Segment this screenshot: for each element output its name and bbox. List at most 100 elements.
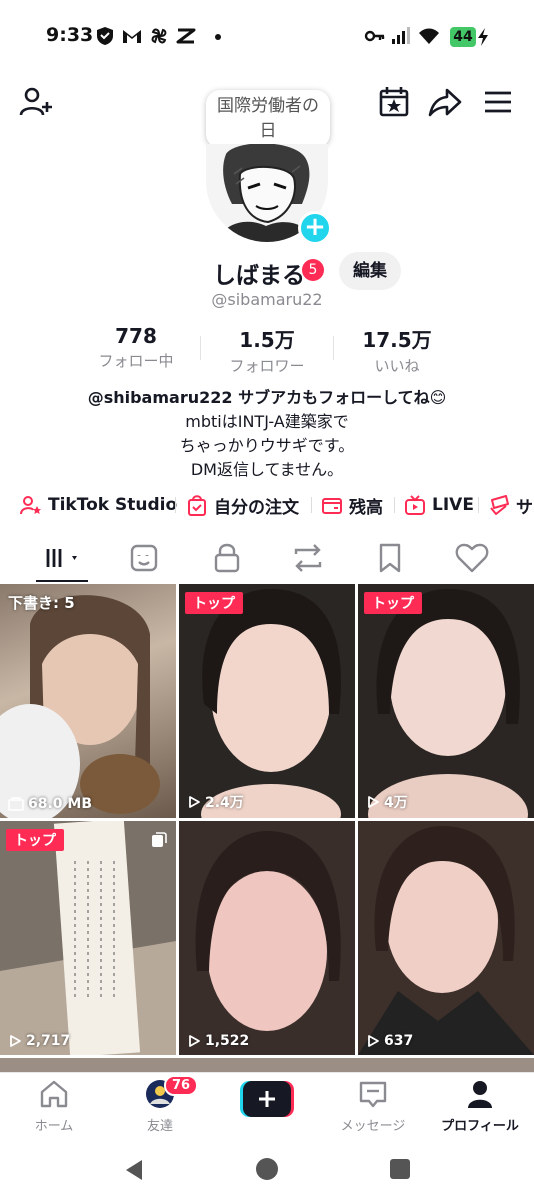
storage-icon [8, 797, 24, 811]
video-tile[interactable]: トップ 2,717 [0, 821, 176, 1055]
shortcut-live[interactable]: LIVE [404, 492, 474, 518]
bottom-nav: ホーム 友達 76 メッセージ プロフィール [0, 1072, 534, 1148]
nav-inbox[interactable]: メッセージ [323, 1079, 423, 1134]
stat-label: フォロワー [229, 357, 305, 375]
stat-followers[interactable]: 1.5万 フォロワー [197, 324, 337, 376]
video-thumbnail [195, 831, 341, 1031]
menu-icon[interactable] [480, 84, 516, 120]
shortcut-orders[interactable]: 自分の注文 [186, 492, 299, 518]
play-icon [189, 796, 200, 808]
tile-meta-value: 1,522 [205, 1033, 250, 1049]
bag-check-icon [188, 495, 206, 516]
tile-meta-value: 68.0 MB [28, 796, 93, 812]
create-button[interactable] [240, 1081, 294, 1117]
video-tile[interactable]: トップ 4万 [358, 584, 534, 818]
shortcut-label: LIVE [432, 495, 474, 515]
notification-badge[interactable]: 5 [302, 259, 324, 281]
video-tile[interactable]: 下書き: 5 68.0 MB [0, 584, 176, 818]
stat-label: いいね [374, 357, 420, 375]
username: しばまる [213, 263, 305, 289]
back-icon[interactable] [122, 1158, 146, 1182]
wifi-icon [419, 28, 439, 44]
stat-following[interactable]: 778 フォロー中 [66, 324, 206, 371]
edit-profile-button[interactable]: 編集 [339, 252, 401, 290]
bio-line[interactable]: @shibamaru222 サブアカもフォローしてね😊 [0, 384, 534, 408]
shortcut-divider [394, 497, 395, 513]
shortcut-divider [175, 497, 176, 513]
stat-value: 17.5万 [362, 328, 432, 352]
shortcut-more[interactable]: サ [488, 492, 533, 518]
tab-repost[interactable] [288, 540, 328, 576]
shortcut-divider [478, 497, 479, 513]
play-icon [189, 1035, 200, 1047]
stat-label: フォロー中 [98, 352, 174, 370]
shortcut-balance[interactable]: 残高 [321, 492, 383, 518]
shortcut-label: TikTok Studio [48, 495, 178, 515]
multi-photo-icon [152, 832, 167, 847]
video-tile[interactable]: 1,522 [179, 821, 355, 1055]
stat-value: 778 [115, 324, 157, 348]
pinwheel-icon [151, 28, 167, 44]
person-star-icon [20, 496, 41, 515]
draft-count: 下書き: 5 [8, 594, 75, 612]
add-friend-icon[interactable] [18, 84, 54, 120]
system-nav-bar [0, 1148, 534, 1200]
nav-label: 友達 [146, 1119, 173, 1134]
shortcut-divider [311, 497, 312, 513]
next-row-peek [0, 1058, 534, 1072]
status-bar: 9:33 44 [0, 0, 534, 76]
vpn-key-icon [364, 30, 385, 42]
shortcut-label: 残高 [349, 497, 383, 518]
share-icon[interactable] [427, 84, 463, 120]
video-thumbnail [0, 595, 160, 818]
gmail-icon [123, 30, 141, 43]
play-icon [10, 1035, 21, 1047]
stat-likes[interactable]: 17.5万 いいね [327, 324, 467, 376]
tile-meta: 2,717 [8, 1033, 70, 1049]
play-icon [368, 1035, 379, 1047]
tile-meta: 68.0 MB [8, 796, 92, 812]
more-notifications-icon [215, 34, 221, 40]
video-thumbnail [358, 826, 534, 1055]
home-button-icon[interactable] [255, 1157, 279, 1181]
event-bubble[interactable]: 国際労働者の日 [206, 90, 330, 148]
nav-label: メッセージ [340, 1119, 406, 1134]
bio-line: ちゃっかりウサギです。 [179, 436, 355, 455]
nav-profile[interactable]: プロフィール [430, 1079, 530, 1134]
play-icon [368, 796, 379, 808]
video-tile[interactable]: 637 [358, 821, 534, 1055]
nav-label: ホーム [34, 1119, 74, 1134]
recents-icon[interactable] [389, 1158, 411, 1180]
video-thumbnail [368, 589, 528, 818]
tile-meta-value: 637 [384, 1033, 414, 1049]
signal-icon [392, 27, 410, 44]
tile-meta: 2.4万 [187, 792, 244, 812]
user-handle: @sibamaru22 [211, 290, 323, 309]
pinned-badge: トップ [364, 592, 422, 614]
friends-badge: 76 [164, 1075, 199, 1096]
capcut-icon [176, 28, 196, 44]
tab-videos[interactable] [42, 540, 82, 576]
bio-line: mbtiはINTJ-A建築家で [185, 412, 349, 431]
tile-meta-value: 2.4万 [205, 795, 244, 811]
shortcut-tiktok-studio[interactable]: TikTok Studio [20, 492, 177, 518]
tab-liked[interactable] [452, 540, 492, 576]
tab-private[interactable] [207, 540, 247, 576]
shortcut-label: サ [516, 497, 533, 518]
message-icon [359, 1081, 387, 1108]
status-time: 9:33 [46, 24, 94, 46]
shortcut-label: 自分の注文 [214, 497, 299, 518]
tile-meta-value: 2,717 [26, 1033, 71, 1049]
nav-home[interactable]: ホーム [4, 1079, 104, 1134]
tile-meta: 1,522 [187, 1033, 249, 1049]
video-thumbnail [0, 821, 176, 1055]
gift-icon [490, 495, 509, 515]
add-story-button[interactable]: + [298, 211, 332, 245]
video-thumbnail [201, 589, 341, 818]
video-tile[interactable]: トップ 2.4万 [179, 584, 355, 818]
wallet-icon [322, 498, 342, 514]
tile-meta-value: 4万 [384, 795, 408, 811]
tab-favorites[interactable] [370, 540, 410, 576]
calendar-star-icon[interactable] [376, 84, 412, 120]
tab-reposts[interactable] [124, 540, 164, 576]
